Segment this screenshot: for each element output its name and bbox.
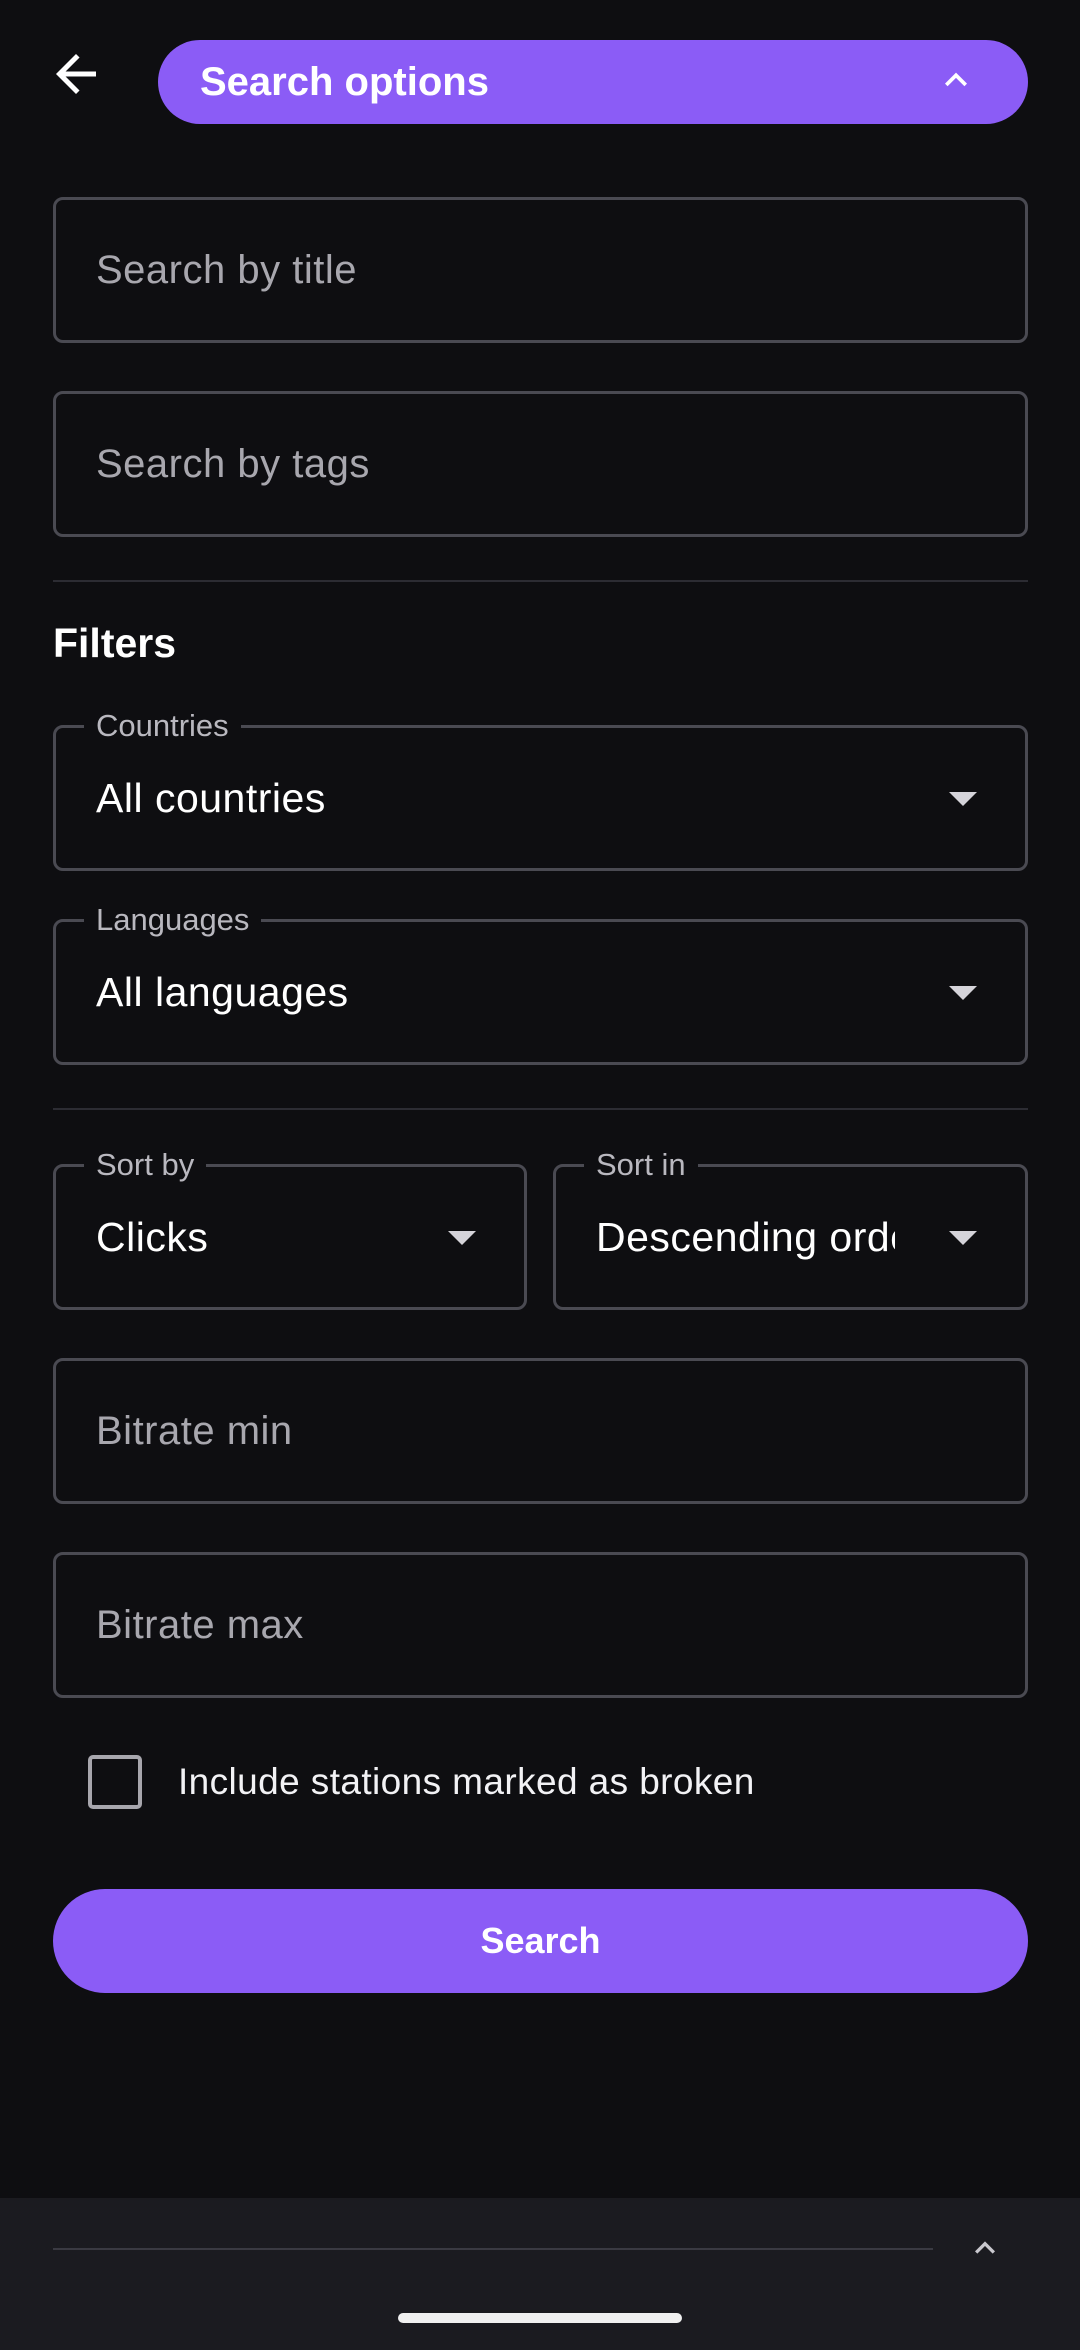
countries-value: All countries: [96, 774, 326, 821]
search-by-title-input[interactable]: Search by title: [53, 197, 1028, 343]
bitrate-max-input[interactable]: Bitrate max: [53, 1552, 1028, 1698]
expand-player-button[interactable]: [960, 2225, 1010, 2275]
chevron-up-icon: [934, 58, 978, 107]
search-button[interactable]: Search: [53, 1889, 1028, 1993]
divider: [53, 580, 1028, 582]
sort-by-value: Clicks: [96, 1213, 209, 1260]
search-options-toggle[interactable]: Search options: [158, 40, 1028, 124]
search-by-title-placeholder: Search by title: [96, 247, 357, 292]
dropdown-arrow-icon: [949, 792, 977, 806]
include-broken-label: Include stations marked as broken: [178, 1761, 755, 1802]
back-button[interactable]: [36, 36, 116, 116]
filters-heading: Filters: [53, 620, 177, 666]
bottom-divider: [53, 2248, 933, 2250]
home-indicator[interactable]: [398, 2313, 682, 2323]
include-broken-row[interactable]: Include stations marked as broken: [88, 1752, 755, 1812]
bottom-sheet-bar: [0, 2198, 1080, 2350]
sort-order-dropdown[interactable]: Sort in Descending order: [553, 1147, 1028, 1310]
search-by-tags-placeholder: Search by tags: [96, 441, 370, 486]
sort-by-dropdown[interactable]: Sort by Clicks: [53, 1147, 527, 1310]
languages-value: All languages: [96, 968, 349, 1015]
chevron-up-icon: [965, 2228, 1005, 2273]
bitrate-min-input[interactable]: Bitrate min: [53, 1358, 1028, 1504]
divider: [53, 1108, 1028, 1110]
search-by-tags-input[interactable]: Search by tags: [53, 391, 1028, 537]
dropdown-arrow-icon: [949, 1231, 977, 1245]
bitrate-max-placeholder: Bitrate max: [96, 1602, 304, 1647]
dropdown-arrow-icon: [949, 986, 977, 1000]
sort-in-value: Descending order: [596, 1213, 895, 1260]
search-options-title: Search options: [200, 59, 489, 104]
bitrate-min-placeholder: Bitrate min: [96, 1408, 293, 1453]
arrow-left-icon: [46, 44, 106, 109]
countries-dropdown[interactable]: Countries All countries: [53, 708, 1028, 871]
dropdown-arrow-icon: [448, 1231, 476, 1245]
languages-dropdown[interactable]: Languages All languages: [53, 902, 1028, 1065]
include-broken-checkbox[interactable]: [88, 1755, 142, 1809]
